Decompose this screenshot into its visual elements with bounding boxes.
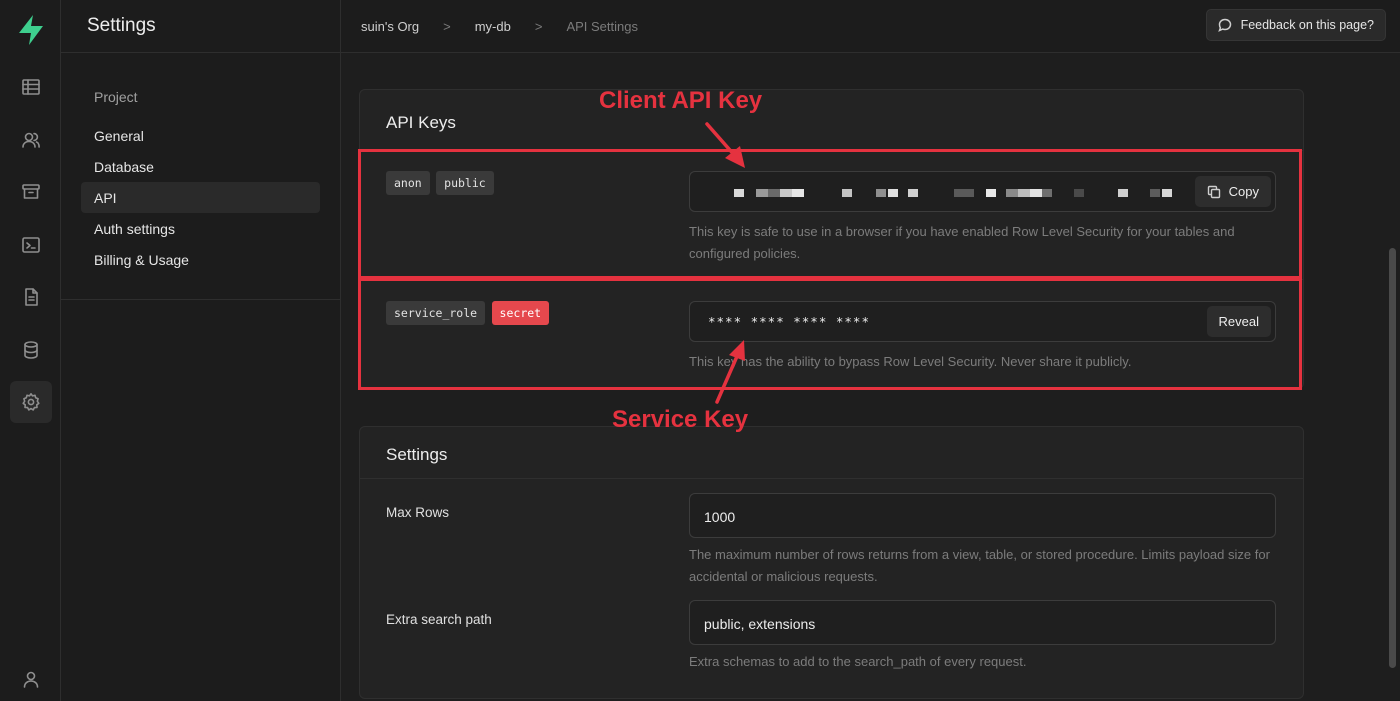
menu-item-auth-settings[interactable]: Auth settings	[81, 213, 320, 244]
archive-icon[interactable]	[10, 171, 52, 213]
menu-group-title: Project	[94, 89, 138, 105]
menu-title: Settings	[87, 15, 156, 36]
scrollbar-thumb[interactable]	[1389, 248, 1396, 668]
table-editor-icon[interactable]	[10, 66, 52, 108]
settings-panel: Settings Max Rows 1000 The maximum numbe…	[359, 426, 1304, 699]
breadcrumb-org[interactable]: suin's Org	[361, 19, 419, 34]
document-icon[interactable]	[10, 276, 52, 318]
client-key-annotation: Client API Key	[599, 87, 763, 114]
breadcrumb-separator: >	[443, 18, 451, 34]
chat-bubble-icon	[1217, 18, 1231, 32]
feedback-button[interactable]: Feedback on this page?	[1205, 9, 1386, 41]
search-path-label: Extra search path	[386, 612, 492, 627]
menu-group-project: Project General Database API Auth settin…	[61, 53, 340, 300]
menu-item-general[interactable]: General	[81, 120, 320, 151]
search-path-help: Extra schemas to add to the search_path …	[689, 654, 1027, 669]
api-keys-title: API Keys	[386, 113, 456, 132]
client-key-highlight-box	[358, 149, 1302, 279]
top-bar: suin's Org > my-db > API Settings Feedba…	[341, 0, 1400, 53]
max-rows-label: Max Rows	[386, 505, 450, 520]
menu-item-api[interactable]: API	[81, 182, 320, 213]
users-icon[interactable]	[10, 119, 52, 161]
terminal-icon[interactable]	[10, 224, 52, 266]
menu-item-billing-usage[interactable]: Billing & Usage	[81, 244, 320, 275]
service-key-highlight-box	[358, 278, 1302, 390]
database-icon[interactable]	[10, 329, 52, 371]
feedback-label: Feedback on this page?	[1240, 18, 1374, 32]
menu-header: Settings	[61, 0, 340, 53]
breadcrumb: suin's Org > my-db > API Settings	[361, 19, 638, 34]
breadcrumb-page: API Settings	[566, 18, 638, 34]
breadcrumb-project[interactable]: my-db	[475, 19, 511, 34]
max-rows-help: The maximum number of rows returns from …	[689, 547, 1270, 584]
max-rows-input[interactable]: 1000	[689, 493, 1276, 538]
menu-item-database[interactable]: Database	[81, 151, 320, 182]
service-key-annotation: Service Key	[612, 406, 749, 433]
user-icon[interactable]	[10, 658, 52, 700]
search-path-input[interactable]: public, extensions	[689, 600, 1276, 645]
max-rows-value: 1000	[704, 509, 736, 525]
divider	[360, 478, 1303, 479]
search-path-value: public, extensions	[704, 616, 816, 632]
settings-menu: Settings Project General Database API Au…	[61, 0, 341, 701]
breadcrumb-separator: >	[534, 18, 543, 34]
bolt-logo-icon[interactable]	[17, 14, 45, 46]
gear-icon[interactable]	[10, 381, 52, 423]
settings-title: Settings	[386, 445, 448, 464]
icon-rail	[0, 0, 61, 701]
scrollbar[interactable]	[1385, 53, 1400, 701]
